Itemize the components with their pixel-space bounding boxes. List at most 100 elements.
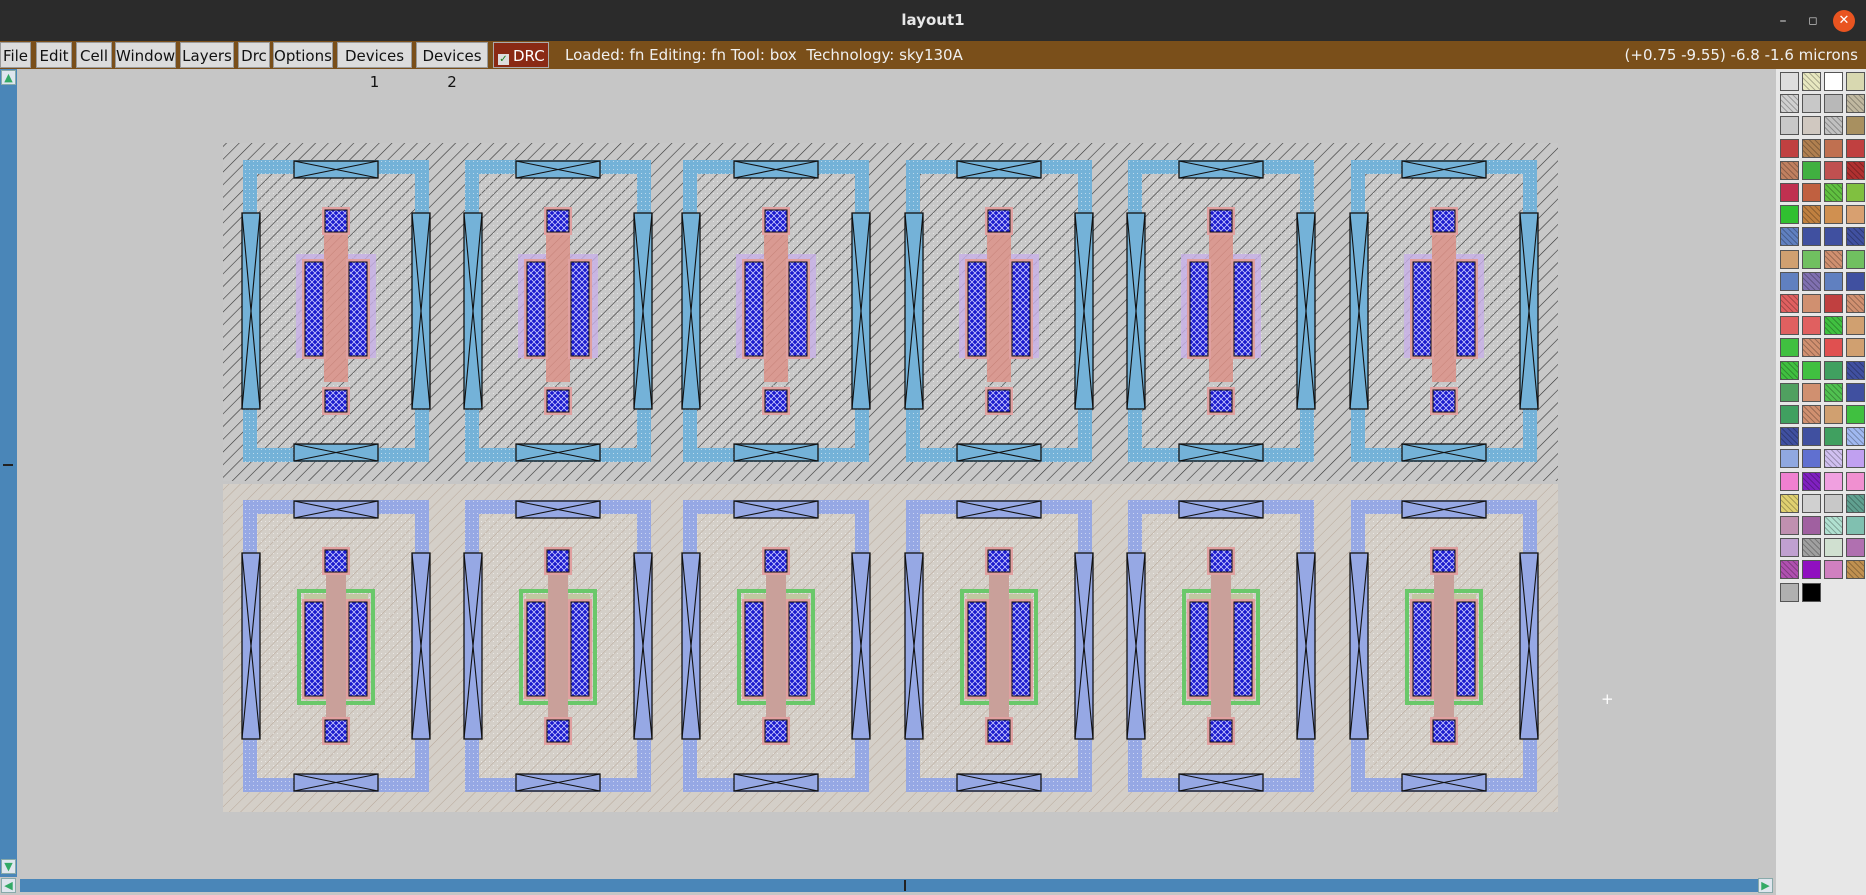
layer-swatch-76[interactable] [1846,471,1865,491]
layer-swatch-3[interactable] [1824,72,1843,91]
layer-swatch-16[interactable] [1846,138,1865,158]
layer-swatch-23[interactable] [1824,183,1843,202]
layer-swatch-94[interactable] [1802,582,1821,602]
horizontal-scrollbar[interactable]: ◀ ▶ [0,877,1776,895]
layer-swatch-47[interactable] [1824,316,1843,336]
horizontal-scroll-track[interactable] [20,879,1760,892]
horizontal-scroll-marker[interactable] [904,880,906,891]
layer-swatch-4[interactable] [1846,72,1865,91]
layer-swatch-50[interactable] [1802,338,1821,358]
layer-swatch-6[interactable] [1802,94,1821,114]
layer-swatch-52[interactable] [1846,338,1865,358]
layer-swatch-54[interactable] [1802,360,1821,380]
menu-options[interactable]: Options [273,42,333,68]
checkbox-icon[interactable]: ✓ [498,54,509,65]
layer-swatch-30[interactable] [1802,227,1821,247]
layer-swatch-89[interactable] [1780,560,1799,580]
layer-swatch-51[interactable] [1824,338,1843,358]
layer-swatch-81[interactable] [1780,516,1799,535]
layer-swatch-39[interactable] [1824,271,1843,291]
layer-swatch-26[interactable] [1802,205,1821,225]
layer-swatch-92[interactable] [1846,560,1865,580]
layer-swatch-53[interactable] [1780,360,1799,380]
layer-swatch-21[interactable] [1780,183,1799,202]
layer-swatch-74[interactable] [1802,471,1821,491]
menu-window[interactable]: Window [115,42,176,68]
layer-swatch-91[interactable] [1824,560,1843,580]
layer-swatch-37[interactable] [1780,271,1799,291]
layer-swatch-43[interactable] [1824,294,1843,313]
layer-swatch-71[interactable] [1824,449,1843,469]
layer-swatch-56[interactable] [1846,360,1865,380]
layer-swatch-68[interactable] [1846,427,1865,447]
scroll-right-icon[interactable]: ▶ [1758,878,1773,893]
menu-cell[interactable]: Cell [76,42,112,68]
layer-swatch-33[interactable] [1780,249,1799,269]
layer-swatch-22[interactable] [1802,183,1821,202]
layer-swatch-1[interactable] [1780,72,1799,91]
layer-swatch-12[interactable] [1846,116,1865,136]
layer-swatch-78[interactable] [1802,493,1821,513]
layer-swatch-29[interactable] [1780,227,1799,247]
layer-swatch-25[interactable] [1780,205,1799,225]
layer-swatch-70[interactable] [1802,449,1821,469]
layout-drawing[interactable] [17,69,1776,877]
layer-swatch-18[interactable] [1802,160,1821,180]
layer-swatch-58[interactable] [1802,382,1821,402]
layer-swatch-13[interactable] [1780,138,1799,158]
scroll-up-icon[interactable]: ▲ [1,70,16,85]
layer-swatch-79[interactable] [1824,493,1843,513]
layer-swatch-8[interactable] [1846,94,1865,114]
layer-swatch-73[interactable] [1780,471,1799,491]
layer-swatch-88[interactable] [1846,538,1865,558]
layer-swatch-90[interactable] [1802,560,1821,580]
layer-swatch-27[interactable] [1824,205,1843,225]
layer-swatch-28[interactable] [1846,205,1865,225]
layer-swatch-46[interactable] [1802,316,1821,336]
layer-swatch-55[interactable] [1824,360,1843,380]
layer-swatch-69[interactable] [1780,449,1799,469]
layer-swatch-7[interactable] [1824,94,1843,114]
menu-devices-2[interactable]: Devices 2 [416,42,488,91]
layer-swatch-48[interactable] [1846,316,1865,336]
menu-edit[interactable]: Edit [36,42,72,68]
scroll-down-icon[interactable]: ▼ [1,859,16,874]
layer-swatch-67[interactable] [1824,427,1843,447]
layer-swatch-9[interactable] [1780,116,1799,136]
layer-swatch-2[interactable] [1802,72,1821,91]
layer-swatch-77[interactable] [1780,493,1799,513]
layer-swatch-87[interactable] [1824,538,1843,558]
layer-swatch-83[interactable] [1824,516,1843,535]
menu-file[interactable]: File [0,42,31,68]
layer-swatch-44[interactable] [1846,294,1865,313]
layer-swatch-35[interactable] [1824,249,1843,269]
layer-swatch-93[interactable] [1780,582,1799,602]
vertical-scrollbar[interactable]: ▲ ▼ [0,69,17,878]
layer-swatch-5[interactable] [1780,94,1799,114]
layer-swatch-31[interactable] [1824,227,1843,247]
layer-swatch-57[interactable] [1780,382,1799,402]
layer-swatch-61[interactable] [1780,405,1799,424]
layer-swatch-75[interactable] [1824,471,1843,491]
layer-swatch-66[interactable] [1802,427,1821,447]
layer-swatch-59[interactable] [1824,382,1843,402]
layer-swatch-41[interactable] [1780,294,1799,313]
layer-swatch-15[interactable] [1824,138,1843,158]
maximize-icon[interactable]: ◻ [1802,10,1824,32]
layer-swatch-65[interactable] [1780,427,1799,447]
layer-swatch-14[interactable] [1802,138,1821,158]
layer-swatch-60[interactable] [1846,382,1865,402]
scroll-thumb-marker[interactable] [3,464,13,466]
layer-swatch-45[interactable] [1780,316,1799,336]
layer-swatch-19[interactable] [1824,160,1843,180]
layer-swatch-40[interactable] [1846,271,1865,291]
drc-toggle[interactable]: ✓ DRC [493,42,549,68]
layer-swatch-38[interactable] [1802,271,1821,291]
layer-swatch-85[interactable] [1780,538,1799,558]
layer-swatch-20[interactable] [1846,160,1865,180]
layer-swatch-17[interactable] [1780,160,1799,180]
layer-swatch-72[interactable] [1846,449,1865,469]
layer-swatch-34[interactable] [1802,249,1821,269]
minimize-icon[interactable]: – [1772,10,1794,32]
menu-devices-1[interactable]: Devices 1 [337,42,412,91]
